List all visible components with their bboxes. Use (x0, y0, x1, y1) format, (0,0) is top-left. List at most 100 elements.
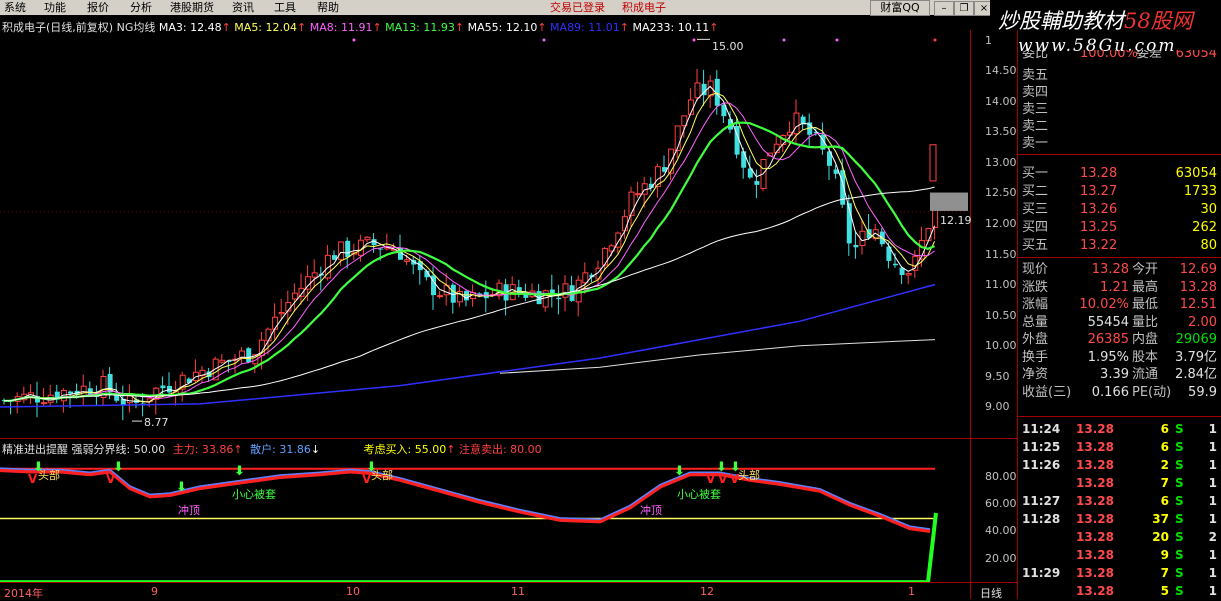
trade-count: 1 (1208, 512, 1217, 526)
minimize-button[interactable]: – (934, 1, 954, 16)
sell-row[interactable]: 卖二 (1018, 118, 1221, 135)
candle-body (905, 273, 912, 276)
stat-row: 总量 55454 量比 2.00 (1018, 314, 1221, 331)
signal-dot (692, 38, 696, 42)
signal-dot (782, 38, 786, 42)
indicator-chart[interactable]: ⬇ ⬇⬇⬇ ⬇ ⬇ ⬇ ⬇V V V V V V (0, 455, 970, 582)
sell-arrow: ⬇ (674, 464, 685, 479)
stat-label: 内盘 (1132, 332, 1159, 347)
signal-dot (542, 38, 546, 42)
trade-volume: 6 (1160, 494, 1169, 508)
trade-side: S (1175, 458, 1184, 472)
stat-row: 现价 13.28 今开 12.69 (1018, 261, 1221, 278)
trade-row[interactable]: 11:27 13.28 6 S 1 (1018, 492, 1221, 510)
stat-value: 3.79亿 (1175, 349, 1217, 365)
login-status[interactable]: 交易已登录 (550, 0, 605, 15)
stat-value: 29069 (1175, 332, 1217, 347)
trade-time: 11:24 (1022, 422, 1061, 436)
price-axis-top: 1 (985, 34, 992, 47)
candle-body (694, 82, 701, 99)
candle-body (853, 244, 859, 248)
menu-function[interactable]: 功能 (44, 0, 66, 15)
stat-label: 外盘 (1022, 332, 1049, 347)
trade-price: 13.28 (1076, 566, 1114, 580)
trade-side: S (1175, 566, 1184, 580)
menu-analysis[interactable]: 分析 (130, 0, 152, 15)
stat-value: 59.9 (1188, 384, 1217, 400)
sell-arrow: ⬇ (234, 464, 245, 479)
trade-row[interactable]: 13.28 7 S 1 (1018, 474, 1221, 492)
candle-body (562, 283, 569, 298)
ma13-line (4, 121, 936, 402)
current-stock-label: 积成电子 (622, 1, 666, 14)
restore-button[interactable]: ❐ (954, 1, 974, 16)
sell-label: 卖一 (1022, 136, 1049, 151)
menu-quote[interactable]: 报价 (87, 0, 109, 15)
stat-row: 净资 3.39 流通 2.84亿 (1018, 366, 1221, 383)
trade-volume: 2 (1160, 458, 1169, 472)
sell-row[interactable]: 卖三 (1018, 101, 1221, 118)
trade-time: 11:28 (1022, 512, 1061, 526)
buy-price: 13.22 (1080, 238, 1118, 253)
buy-row[interactable]: 买四 13.25 262 (1018, 219, 1221, 236)
panel-divider (1018, 257, 1221, 258)
annotation-careful: 小心被套 (677, 488, 721, 501)
buy-row[interactable]: 买三 13.26 30 (1018, 201, 1221, 218)
stat-value: 10.02% (1079, 297, 1129, 312)
trade-volume: 9 (1160, 548, 1169, 562)
buy-row[interactable]: 买二 13.27 1733 (1018, 183, 1221, 200)
stat-label: 现价 (1022, 262, 1049, 277)
trade-count: 1 (1208, 584, 1217, 598)
sell-row[interactable]: 卖五 (1018, 67, 1221, 84)
annotation-peak: 冲顶 (640, 504, 662, 517)
trade-row[interactable]: 11:28 13.28 37 S 1 (1018, 510, 1221, 528)
trade-volume: 6 (1160, 422, 1169, 436)
menu-tools[interactable]: 工具 (274, 0, 296, 15)
signal-dot (352, 38, 356, 42)
sub-tick: 40.00 (985, 524, 1017, 537)
buy-row[interactable]: 买一 13.28 63054 (1018, 165, 1221, 182)
price-tick: 12.50 (985, 186, 1017, 199)
buy-volume: 1733 (1183, 184, 1217, 199)
price-tick: 10.50 (985, 309, 1017, 322)
trade-side: S (1175, 530, 1184, 544)
buy-label: 买一 (1022, 166, 1049, 181)
stat-row: 换手 1.95% 股本 3.79亿 (1018, 349, 1221, 366)
stat-label: 最高 (1132, 279, 1159, 295)
trade-row[interactable]: 11:26 13.28 2 S 1 (1018, 456, 1221, 474)
sell-arrow: ⬇ (176, 480, 187, 495)
stat-value: 0.166 (1091, 384, 1129, 400)
trade-row[interactable]: 13.28 9 S 1 (1018, 546, 1221, 564)
stat-label: 今开 (1132, 262, 1159, 277)
trade-row[interactable]: 13.28 20 S 2 (1018, 528, 1221, 546)
trade-time: 11:27 (1022, 494, 1061, 508)
top-marker: V (706, 472, 716, 486)
trade-row[interactable]: 13.28 5 S 1 (1018, 582, 1221, 600)
panel-divider (1018, 154, 1221, 155)
order-diff-label: 委差 (1136, 50, 1163, 61)
menu-help[interactable]: 帮助 (317, 0, 339, 15)
candle-body (925, 228, 932, 242)
trade-row[interactable]: 11:29 13.28 7 S 1 (1018, 564, 1221, 582)
candle-body (556, 297, 562, 300)
trade-row[interactable]: 11:25 13.28 6 S 1 (1018, 438, 1221, 456)
menu-hk-futures[interactable]: 港股期货 (170, 0, 214, 15)
trade-volume: 7 (1160, 476, 1169, 490)
stat-row: 收益(三) 0.166 PE(动) 59.9 (1018, 384, 1221, 401)
candle-body (278, 311, 285, 315)
sell-row[interactable]: 卖四 (1018, 84, 1221, 101)
trade-count: 2 (1208, 530, 1217, 544)
sell-row[interactable]: 卖一 (1018, 135, 1221, 152)
trade-price: 13.28 (1076, 476, 1114, 490)
buy-row[interactable]: 买五 13.22 80 (1018, 237, 1221, 254)
stat-value: 2.00 (1188, 314, 1217, 330)
trade-row[interactable]: 11:24 13.28 6 S 1 (1018, 420, 1221, 438)
trade-count: 1 (1208, 422, 1217, 436)
buy-price: 13.27 (1080, 184, 1118, 199)
menu-system[interactable]: 系统 (4, 0, 26, 15)
candle-body (160, 385, 166, 389)
menu-news[interactable]: 资讯 (232, 0, 254, 15)
order-ratio-row: 委比 100.00% 委差 63054 (1018, 50, 1221, 63)
caifu-qq-button[interactable]: 财富QQ (870, 0, 930, 16)
candlestick-chart[interactable] (0, 32, 970, 437)
